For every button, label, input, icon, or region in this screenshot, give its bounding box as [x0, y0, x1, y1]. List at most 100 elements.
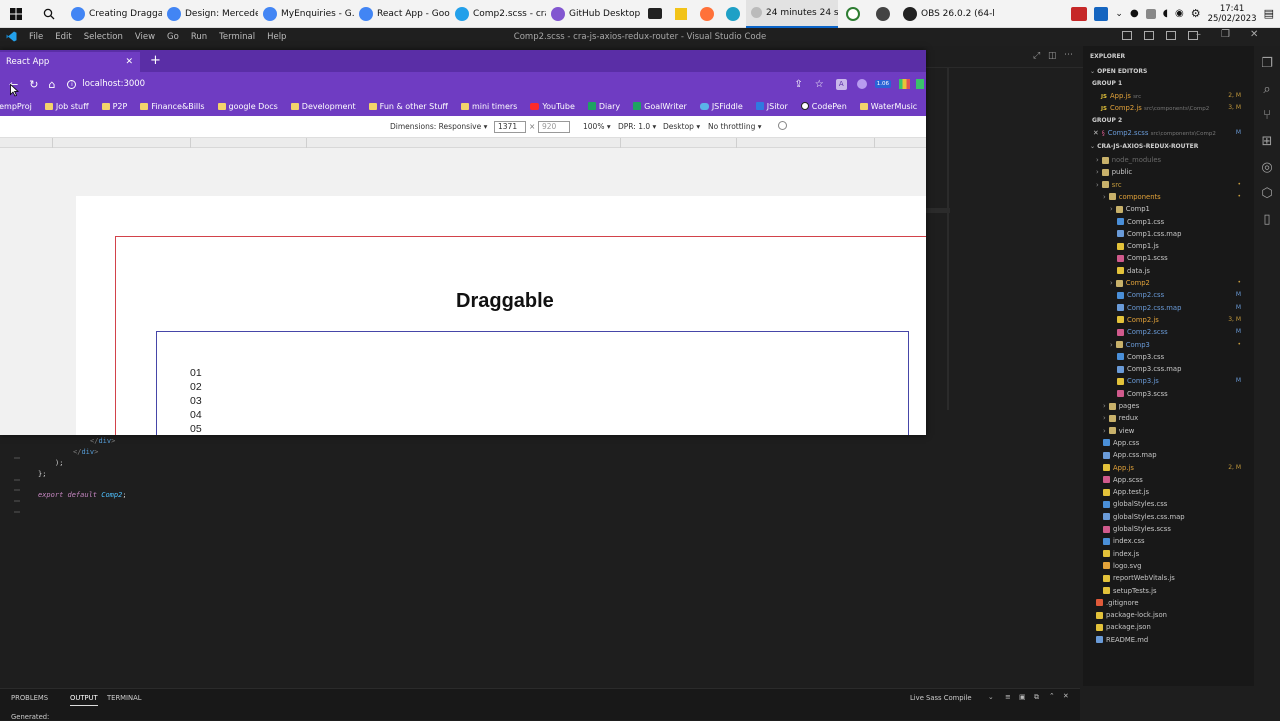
chevron-right-icon[interactable]: › — [1103, 414, 1106, 422]
bookmark-item[interactable]: JSFiddle — [699, 102, 743, 111]
tree-folder[interactable]: › Comp2 • — [1083, 277, 1254, 289]
speedtest-app-button[interactable] — [868, 0, 898, 28]
extensions-icon[interactable]: ⊞ — [1254, 128, 1280, 154]
tree-file[interactable]: Comp2.scss M — [1083, 326, 1254, 338]
bookmark-item[interactable]: WaterMusic — [859, 102, 917, 111]
sync-icon[interactable]: ◉ — [1175, 8, 1184, 19]
tree-file[interactable]: Comp3.scss — [1083, 388, 1254, 400]
open-editor-item[interactable]: ✕ § Comp2.scss src\components\Comp2 M — [1083, 127, 1254, 139]
extension-icon[interactable] — [899, 79, 910, 89]
home-icon[interactable]: ⌂ — [48, 78, 55, 91]
taskbar-task-button[interactable]: MyEnquiries - G... — [258, 0, 354, 28]
taskbar-task-button[interactable]: GitHub Desktop — [546, 0, 642, 28]
windows-start-button[interactable] — [0, 0, 32, 28]
tree-file[interactable]: globalStyles.css.map — [1083, 511, 1254, 523]
lock-icon[interactable]: ▣ — [1019, 693, 1025, 701]
tray-app-icon[interactable] — [1071, 6, 1088, 21]
obs-task-button[interactable]: OBS 26.0.2 (64-bi... — [898, 0, 994, 28]
taskbar-search-button[interactable] — [32, 0, 66, 28]
draggable-item[interactable]: 04 — [190, 409, 202, 421]
open-changes-icon[interactable]: ⤢ — [1033, 51, 1040, 61]
notification-icon[interactable]: ▤ — [1264, 7, 1274, 20]
draggable-item[interactable]: 02 — [190, 381, 202, 393]
reload-icon[interactable]: ↻ — [29, 78, 38, 91]
microphone-icon[interactable]: ● — [1130, 8, 1139, 19]
zoom-select[interactable]: 100% ▾ — [583, 122, 611, 131]
chevron-right-icon[interactable]: › — [1096, 181, 1099, 189]
share-icon[interactable]: ⇪ — [794, 79, 802, 90]
chevron-up-icon[interactable]: ⌄ — [1115, 9, 1123, 19]
tree-file[interactable]: App.js 2, M — [1083, 462, 1254, 474]
more-actions-icon[interactable]: ⋯ — [1064, 50, 1073, 60]
new-tab-icon[interactable]: + — [150, 53, 161, 68]
viewport-height-input[interactable]: 920 — [538, 121, 570, 133]
tree-file[interactable]: Comp2.css.map M — [1083, 302, 1254, 314]
search-icon[interactable]: ⌕ — [1254, 76, 1280, 102]
chevron-right-icon[interactable]: › — [1110, 341, 1113, 349]
chevron-down-icon[interactable]: ⌄ — [988, 693, 994, 701]
bookmarks-icon[interactable]: ▯ — [1254, 206, 1280, 232]
tree-file[interactable]: index.js — [1083, 548, 1254, 560]
bookmark-item[interactable]: tempProj — [0, 102, 32, 111]
tree-file[interactable]: Comp2.css M — [1083, 289, 1254, 301]
edge-app-button[interactable] — [720, 0, 746, 28]
close-icon[interactable]: ✕ — [1250, 29, 1258, 40]
extension-icon[interactable] — [916, 79, 924, 89]
open-editor-item[interactable]: JS Comp2.js src\components\Comp2 3, M — [1083, 102, 1254, 114]
tree-file[interactable]: Comp2.js 3, M — [1083, 314, 1254, 326]
draggable-item[interactable]: 03 — [190, 395, 202, 407]
extension-badge[interactable]: 1.06 — [874, 80, 891, 88]
tab-terminal[interactable]: TERMINAL — [107, 694, 142, 702]
dpr-select[interactable]: DPR: 1.0 ▾ — [618, 122, 656, 131]
bookmark-item[interactable]: P2P — [101, 102, 127, 111]
output-channel-select[interactable]: Live Sass Compile — [910, 694, 972, 702]
chevron-right-icon[interactable]: › — [1096, 168, 1099, 176]
bookmark-item[interactable]: CodePen — [800, 102, 847, 111]
taskbar-task-button[interactable]: Design: Mercede... — [162, 0, 258, 28]
bookmark-item[interactable]: Finance&Bills — [140, 102, 205, 111]
usb-icon[interactable] — [1145, 8, 1156, 19]
toggle-secondary-sidebar-icon[interactable] — [1166, 31, 1176, 40]
bookmark-item[interactable]: Fun & other Stuff — [368, 102, 448, 111]
bookmark-item[interactable]: google Docs — [217, 102, 278, 111]
explorer-icon[interactable]: ❐ — [1254, 50, 1280, 76]
tree-folder[interactable]: › Comp1 — [1083, 203, 1254, 215]
taskbar-task-button[interactable]: Comp2.scss - cra... — [450, 0, 546, 28]
bookmark-item[interactable]: JSitor — [755, 102, 788, 111]
bookmark-item[interactable]: YouTube — [530, 102, 575, 111]
firefox-app-button[interactable] — [694, 0, 720, 28]
bookmark-item[interactable]: Job stuff — [44, 102, 89, 111]
tree-folder[interactable]: › public — [1083, 166, 1254, 178]
tree-file[interactable]: App.test.js — [1083, 486, 1254, 498]
code-editor[interactable]: </div> </div> ); }; export default Comp2… — [0, 433, 1080, 683]
tree-file[interactable]: Comp3.css — [1083, 351, 1254, 363]
tree-file[interactable]: globalStyles.scss — [1083, 523, 1254, 535]
clock-app-button[interactable] — [838, 0, 868, 28]
tree-file[interactable]: package-lock.json — [1083, 609, 1254, 621]
close-tab-icon[interactable]: ✕ — [125, 57, 133, 67]
tree-file[interactable]: Comp1.js — [1083, 240, 1254, 252]
chevron-right-icon[interactable]: › — [1103, 427, 1106, 435]
rotate-icon[interactable] — [778, 121, 787, 130]
tree-folder[interactable]: › redux — [1083, 412, 1254, 424]
source-control-icon[interactable]: ⑂ — [1254, 102, 1280, 128]
tree-file[interactable]: data.js — [1083, 265, 1254, 277]
throttling-select[interactable]: No throttling ▾ — [708, 122, 762, 131]
tree-file[interactable]: index.css — [1083, 535, 1254, 547]
terminal-app-button[interactable] — [642, 0, 668, 28]
gear-icon[interactable]: ⚙ — [1191, 7, 1201, 20]
tree-file[interactable]: App.scss — [1083, 474, 1254, 486]
project-section[interactable]: ⌄ CRA-JS-AXIOS-REDUX-ROUTER — [1090, 143, 1198, 150]
chevron-right-icon[interactable]: › — [1110, 279, 1113, 287]
restore-icon[interactable]: ❐ — [1221, 29, 1230, 40]
minimize-icon[interactable]: – — [1196, 29, 1201, 40]
tree-file[interactable]: Comp1.css — [1083, 216, 1254, 228]
tree-file[interactable]: .gitignore — [1083, 597, 1254, 609]
tree-folder[interactable]: › pages — [1083, 400, 1254, 412]
address-bar[interactable]: localhost:3000 — [82, 79, 145, 89]
chevron-right-icon[interactable]: › — [1103, 193, 1106, 201]
speaker-icon[interactable]: ◖ — [1163, 8, 1168, 19]
taskbar-task-button[interactable]: React App - Goo... — [354, 0, 450, 28]
draggable-item[interactable]: 05 — [190, 423, 202, 435]
site-info-icon[interactable]: i — [67, 79, 77, 89]
